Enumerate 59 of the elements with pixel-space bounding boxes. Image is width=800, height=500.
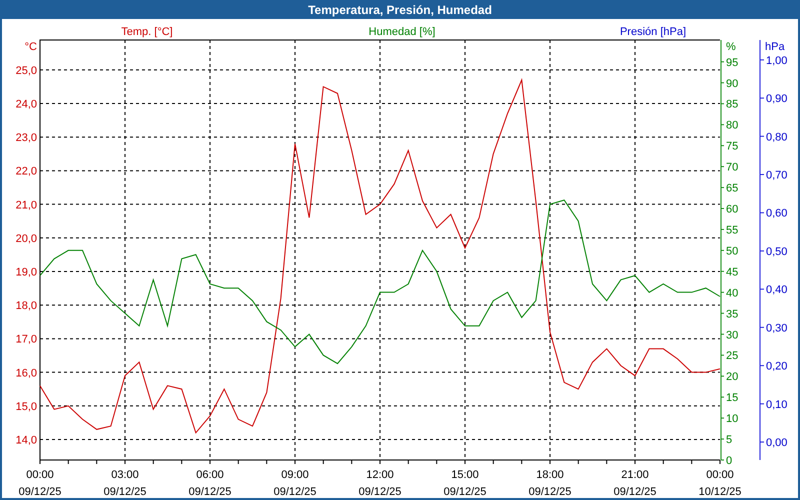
legend-label: Humedad [%] xyxy=(368,26,436,38)
axis-tick-label: 90 xyxy=(726,78,738,90)
axis-tick-label: 0,00 xyxy=(766,437,788,450)
axis-tick-label: 20 xyxy=(726,371,738,384)
axis-tick-label: 21,0 xyxy=(16,199,37,212)
legend-label: Temp. [°C] xyxy=(121,26,173,38)
axis-tick-label: 16,0 xyxy=(16,367,37,380)
axis-tick-label: 0,10 xyxy=(766,398,788,411)
axis-tick-label: 25,0 xyxy=(16,64,37,77)
axis-tick-label: 00:00 09/12/25 xyxy=(18,469,62,498)
axis-tick-label: 22,0 xyxy=(16,166,37,178)
axis-unit: °C xyxy=(24,41,37,53)
axis-tick-label: 0,70 xyxy=(766,170,788,182)
axis-tick-label: 10 xyxy=(726,413,738,426)
axis-tick-label: 06:00 09/12/25 xyxy=(188,469,232,498)
axis-tick-label: 12:00 09/12/25 xyxy=(358,469,402,498)
axis-tick-label: 20,0 xyxy=(16,232,37,245)
axis-unit: % xyxy=(726,41,736,53)
axis-tick-label: 0,50 xyxy=(766,246,788,258)
axis-tick-label: 85 xyxy=(726,98,738,111)
axis-tick-label: 50 xyxy=(726,245,738,258)
axis-tick-label: 23,0 xyxy=(16,132,37,144)
axis-tick-label: 18:00 09/12/25 xyxy=(528,469,572,498)
axis-tick-label: 0,80 xyxy=(766,131,788,144)
axis-tick-label: 5 xyxy=(726,434,732,446)
axis-tick-label: 70 xyxy=(726,162,738,174)
axis-tick-label: 40 xyxy=(726,287,738,300)
axis-tick-label: 0,60 xyxy=(766,208,788,220)
axis-tick-label: 0,90 xyxy=(766,93,788,106)
axis-tick-label: 0,40 xyxy=(766,284,788,296)
axis-tick-label: 09:00 09/12/25 xyxy=(274,469,316,498)
axis-tick-label: 30 xyxy=(726,329,738,342)
axis-tick-label: 0,20 xyxy=(766,360,788,373)
axis-tick-label: 0,30 xyxy=(766,322,788,334)
axis-tick-label: 24,0 xyxy=(16,98,37,110)
axis-tick-label: 03:00 09/12/25 xyxy=(104,469,146,498)
axis-tick-label: 15 xyxy=(726,392,738,404)
axis-tick-label: 1,00 xyxy=(766,54,788,67)
axis-tick-label: 21:00 09/12/25 xyxy=(614,469,656,498)
axis-tick-label: 15:00 09/12/25 xyxy=(444,469,486,498)
legend-label: Presión [hPa] xyxy=(620,26,686,38)
axis-tick-label: 19,0 xyxy=(16,266,37,278)
axis-tick-label: 25 xyxy=(726,350,738,362)
axis-tick-label: 35 xyxy=(726,308,738,320)
axis-tick-label: 14,0 xyxy=(16,434,37,446)
axis-tick-label: 45 xyxy=(726,266,738,278)
axis-tick-label: 55 xyxy=(726,224,738,236)
axis-tick-label: 17,0 xyxy=(16,334,37,346)
window-title: Temperatura, Presión, Humedad xyxy=(308,2,492,18)
axis-unit: hPa xyxy=(765,41,785,53)
axis-tick-label: 00:00 10/12/25 xyxy=(698,469,742,498)
axis-tick-label: 0 xyxy=(726,455,732,467)
axis-tick-label: 95 xyxy=(726,56,738,69)
axis-tick-label: 65 xyxy=(726,182,738,195)
axis-tick-label: 15,0 xyxy=(16,400,37,413)
axis-tick-label: 60 xyxy=(726,204,738,216)
axis-tick-label: 75 xyxy=(726,140,738,153)
axis-tick-label: 80 xyxy=(726,120,738,132)
axis-tick-label: 18,0 xyxy=(16,300,37,312)
